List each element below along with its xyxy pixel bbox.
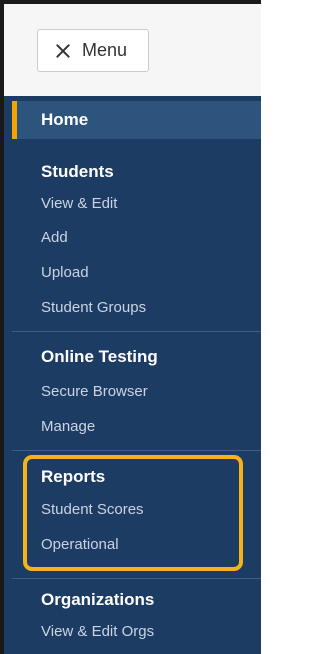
nav-link-view-edit[interactable]: View & Edit	[41, 195, 117, 212]
nav-divider	[12, 331, 261, 332]
nav-heading-organizations[interactable]: Organizations	[41, 590, 154, 610]
close-icon	[56, 44, 70, 58]
nav-link-operational[interactable]: Operational	[41, 536, 119, 553]
nav-link-upload[interactable]: Upload	[41, 264, 89, 281]
nav-divider	[12, 450, 261, 451]
nav-link-manage[interactable]: Manage	[41, 418, 95, 435]
nav-link-secure-browser[interactable]: Secure Browser	[41, 383, 148, 400]
nav-heading-online-testing[interactable]: Online Testing	[41, 347, 158, 367]
nav-link-student-scores[interactable]: Student Scores	[41, 501, 144, 518]
nav-item-home-label: Home	[41, 110, 89, 129]
menu-button-label: Menu	[82, 40, 128, 60]
nav-heading-students[interactable]: Students	[41, 162, 114, 182]
nav-heading-reports[interactable]: Reports	[41, 467, 105, 487]
nav-link-add[interactable]: Add	[41, 229, 68, 246]
nav-link-view-edit-orgs[interactable]: View & Edit Orgs	[41, 623, 154, 640]
nav-link-student-groups[interactable]: Student Groups	[41, 299, 146, 316]
nav-divider	[12, 578, 261, 579]
menu-toggle-button[interactable]: Menu	[37, 29, 149, 72]
nav-item-home[interactable]: Home	[12, 101, 261, 139]
